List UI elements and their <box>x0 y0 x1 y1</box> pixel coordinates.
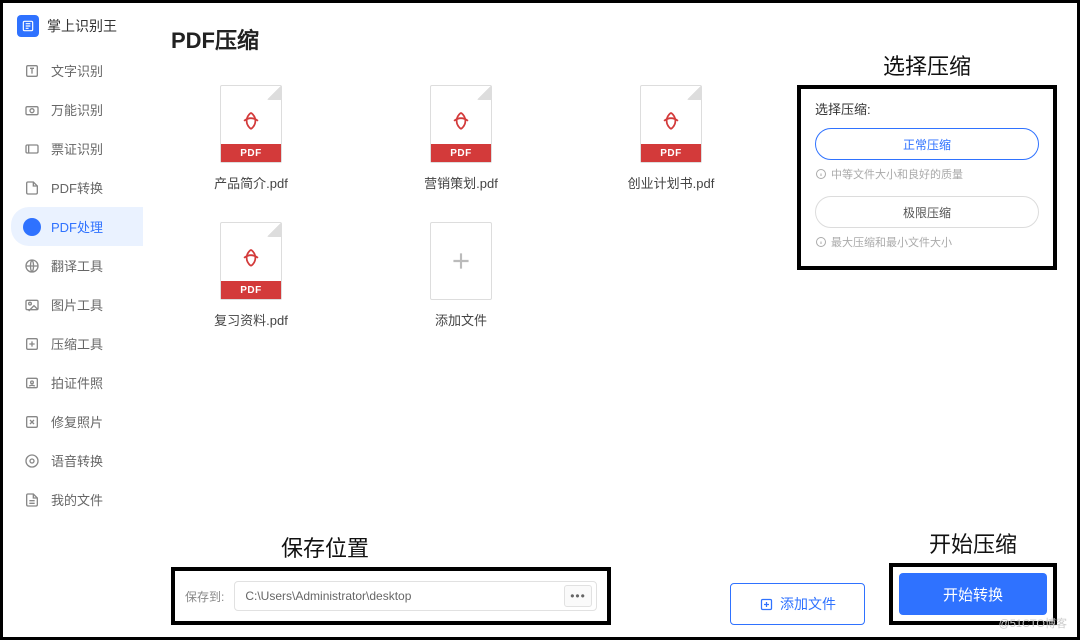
app-logo-icon <box>17 15 39 37</box>
nav-repair-photo[interactable]: 修复照片 <box>11 402 143 441</box>
hint-normal: 中等文件大小和良好的质量 <box>815 166 1039 182</box>
save-to-label: 保存到: <box>185 588 224 605</box>
nav: 文字识别 万能识别 票证识别 PDF转换 PDF处理 翻译工具 <box>3 51 151 519</box>
sidebar: 掌上识别王 文字识别 万能识别 票证识别 PDF转换 PDF处理 <box>3 3 151 637</box>
annotation-compress: 选择压缩 <box>883 49 971 81</box>
text-icon <box>23 62 41 80</box>
compress-panel: 选择压缩: 正常压缩 中等文件大小和良好的质量 极限压缩 最大压缩和最小文件大小 <box>797 85 1057 270</box>
plus-icon <box>448 248 474 274</box>
option-normal-compress[interactable]: 正常压缩 <box>815 128 1039 160</box>
nav-label: 压缩工具 <box>51 334 103 353</box>
add-file-icon <box>759 597 774 612</box>
nav-label: 图片工具 <box>51 295 103 314</box>
add-file-button[interactable]: 添加文件 <box>730 583 865 625</box>
file-item[interactable]: PDF 营销策划.pdf <box>381 85 541 192</box>
option-max-compress[interactable]: 极限压缩 <box>815 196 1039 228</box>
file-name: 创业计划书.pdf <box>628 173 715 192</box>
add-tile-label: 添加文件 <box>435 310 487 329</box>
nav-pdf-convert[interactable]: PDF转换 <box>11 168 143 207</box>
repair-icon <box>23 413 41 431</box>
start-convert-button[interactable]: 开始转换 <box>899 573 1047 615</box>
info-icon <box>815 168 827 180</box>
save-path-input[interactable] <box>245 589 564 603</box>
translate-icon <box>23 257 41 275</box>
ticket-icon <box>23 140 41 158</box>
nav-label: 万能识别 <box>51 100 103 119</box>
file-item[interactable]: PDF 复习资料.pdf <box>171 222 331 329</box>
add-file-label: 添加文件 <box>780 594 836 614</box>
app-name: 掌上识别王 <box>47 16 117 36</box>
file-name: 产品简介.pdf <box>214 173 288 192</box>
save-path-field[interactable]: ••• <box>234 581 597 611</box>
audio-icon <box>23 452 41 470</box>
nav-id-photo[interactable]: 拍证件照 <box>11 363 143 402</box>
nav-label: 拍证件照 <box>51 373 103 392</box>
main-area: PDF压缩 PDF 产品简介.pdf PDF <box>151 3 1077 637</box>
pdf-thumb: PDF <box>430 85 492 163</box>
compress-icon <box>23 335 41 353</box>
nav-label: 修复照片 <box>51 412 103 431</box>
pdf-convert-icon <box>23 179 41 197</box>
pdf-thumb: PDF <box>220 85 282 163</box>
nav-audio[interactable]: 语音转换 <box>11 441 143 480</box>
pdf-band: PDF <box>221 144 281 162</box>
nav-universal-ocr[interactable]: 万能识别 <box>11 90 143 129</box>
pdf-logo-icon <box>237 245 265 273</box>
nav-my-files[interactable]: 我的文件 <box>11 480 143 519</box>
camera-icon <box>23 101 41 119</box>
browse-button[interactable]: ••• <box>564 585 592 607</box>
pdf-logo-icon <box>657 108 685 136</box>
id-photo-icon <box>23 374 41 392</box>
nav-label: 翻译工具 <box>51 256 103 275</box>
save-location-box: 保存到: ••• <box>171 567 611 625</box>
annotation-start: 开始压缩 <box>929 527 1017 559</box>
pdf-logo-icon <box>237 108 265 136</box>
image-icon <box>23 296 41 314</box>
nav-text-ocr[interactable]: 文字识别 <box>11 51 143 90</box>
nav-compress-tools[interactable]: 压缩工具 <box>11 324 143 363</box>
pdf-thumb: PDF <box>220 222 282 300</box>
pdf-logo-icon <box>447 108 475 136</box>
info-icon <box>815 236 827 248</box>
nav-pdf-process[interactable]: PDF处理 <box>11 207 143 246</box>
pdf-process-icon <box>23 218 41 236</box>
add-tile-box[interactable] <box>430 222 492 300</box>
nav-label: 语音转换 <box>51 451 103 470</box>
pdf-band: PDF <box>641 144 701 162</box>
annotation-save: 保存位置 <box>281 531 369 563</box>
brand: 掌上识别王 <box>3 15 151 51</box>
hint-max: 最大压缩和最小文件大小 <box>815 234 1039 250</box>
nav-label: PDF转换 <box>51 178 103 197</box>
nav-label: PDF处理 <box>51 217 103 236</box>
nav-ticket-ocr[interactable]: 票证识别 <box>11 129 143 168</box>
file-name: 营销策划.pdf <box>424 173 498 192</box>
nav-label: 文字识别 <box>51 61 103 80</box>
file-item[interactable]: PDF 创业计划书.pdf <box>591 85 751 192</box>
nav-translate[interactable]: 翻译工具 <box>11 246 143 285</box>
pdf-band: PDF <box>431 144 491 162</box>
compress-label: 选择压缩: <box>815 99 1039 118</box>
file-area: PDF 产品简介.pdf PDF 营销策划.pdf <box>171 85 781 549</box>
pdf-thumb: PDF <box>640 85 702 163</box>
nav-label: 我的文件 <box>51 490 103 509</box>
nav-label: 票证识别 <box>51 139 103 158</box>
pdf-band: PDF <box>221 281 281 299</box>
add-file-tile[interactable]: 添加文件 <box>381 222 541 329</box>
file-item[interactable]: PDF 产品简介.pdf <box>171 85 331 192</box>
files-icon <box>23 491 41 509</box>
watermark: @51CTO博客 <box>999 615 1067 631</box>
nav-image-tools[interactable]: 图片工具 <box>11 285 143 324</box>
file-name: 复习资料.pdf <box>214 310 288 329</box>
